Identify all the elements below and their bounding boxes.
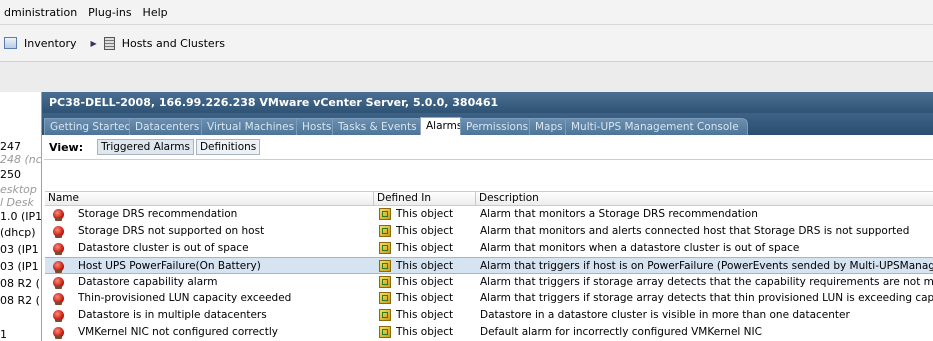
alarm-icon [53, 276, 64, 289]
object-icon [379, 259, 391, 272]
alarm-name: Datastore is in multiple datacenters [78, 309, 267, 322]
alarm-defined-in: This object [396, 309, 454, 322]
alarms-panel: View: Triggered Alarms Definitions Name … [42, 135, 933, 341]
nav-hosts-clusters-link[interactable]: Hosts and Clusters [122, 37, 225, 50]
toolbar [0, 62, 933, 93]
alarm-description: Alarm that monitors when a datastore clu… [480, 241, 800, 254]
tab-tasks-events[interactable]: Tasks & Events [332, 118, 424, 135]
tab-permissions[interactable]: Permissions [460, 118, 534, 135]
alarm-icon [53, 310, 64, 323]
alarm-defined-in: This object [396, 275, 454, 288]
tree-item[interactable]: 08 R2 ( [0, 294, 40, 307]
tree-item[interactable]: 250 [0, 168, 21, 181]
nav-inventory-link[interactable]: Inventory [24, 37, 77, 50]
column-header-description[interactable]: Description [476, 192, 933, 205]
alarm-name: Storage DRS recommendation [78, 208, 238, 220]
view-bar: View: Triggered Alarms Definitions [42, 135, 933, 159]
chevron-right-icon[interactable]: ▶ [91, 39, 97, 48]
alarm-defined-in: This object [396, 326, 454, 339]
hosts-clusters-icon [103, 36, 115, 50]
tree-item[interactable]: (dhcp) [0, 226, 36, 239]
object-icon [379, 309, 391, 322]
table-row[interactable]: Datastore cluster is out of space This o… [45, 240, 933, 257]
tab-maps[interactable]: Maps [529, 118, 569, 135]
alarm-name: Datastore cluster is out of space [78, 241, 249, 254]
table-row-selected[interactable]: Host UPS PowerFailure(On Battery) This o… [45, 256, 933, 274]
column-header-defined-in[interactable]: Defined In [374, 192, 476, 205]
menu-plugins[interactable]: Plug-ins [84, 6, 138, 19]
menu-administration[interactable]: dministration [0, 6, 84, 19]
inventory-icon[interactable] [4, 37, 17, 49]
definitions-button[interactable]: Definitions [195, 139, 261, 155]
alarm-description: Alarm that triggers if storage array det… [480, 275, 933, 288]
alarm-icon [53, 242, 64, 255]
alarm-description: Datastore in a datastore cluster is visi… [480, 309, 850, 322]
column-header-name[interactable]: Name [45, 192, 374, 205]
alarm-defined-in: This object [396, 259, 454, 272]
view-label: View: [49, 140, 84, 154]
alarm-icon [53, 260, 64, 273]
alarm-defined-in: This object [396, 208, 454, 220]
table-row[interactable]: Storage DRS recommendation This object A… [45, 206, 933, 223]
alarm-definitions-table: Name Defined In Description Storage DRS … [45, 191, 933, 341]
menu-bar: dministration Plug-ins Help [0, 0, 933, 25]
object-icon [379, 292, 391, 305]
tree-item[interactable]: 1 [0, 328, 7, 341]
tab-virtual-machines[interactable]: Virtual Machines [201, 118, 302, 135]
alarm-icon [53, 327, 64, 340]
object-icon [379, 326, 391, 339]
alarm-icon [53, 293, 64, 306]
tab-bar: Getting Started Datacenters Virtual Mach… [42, 113, 933, 135]
object-icon [379, 241, 391, 254]
tree-item[interactable]: l Desk [0, 196, 34, 209]
alarm-defined-in: This object [396, 224, 454, 237]
alarm-defined-in: This object [396, 241, 454, 254]
inventory-tree: 247 248 (nc 250 esktop l Desk 1.0 (IP1 (… [0, 92, 42, 341]
tab-datacenters[interactable]: Datacenters [129, 118, 207, 135]
alarm-icon [53, 225, 64, 238]
alarm-name: Host UPS PowerFailure(On Battery) [78, 259, 261, 272]
alarm-name: Datastore capability alarm [78, 275, 218, 288]
tree-item[interactable]: 1.0 (IP1 [0, 210, 41, 223]
object-icon [379, 275, 391, 288]
object-icon [379, 208, 391, 220]
tree-item[interactable]: 03 (IP1 [0, 243, 39, 256]
triggered-alarms-button[interactable]: Triggered Alarms [97, 139, 194, 155]
tree-item[interactable]: 03 (IP1 [0, 260, 39, 273]
alarm-name: VMKernel NIC not configured correctly [78, 326, 278, 339]
alarm-description: Default alarm for incorrectly configured… [480, 326, 762, 339]
alarm-name: Storage DRS not supported on host [78, 224, 265, 237]
table-row[interactable]: Thin-provisioned LUN capacity exceeded T… [45, 290, 933, 307]
alarm-name: Thin-provisioned LUN capacity exceeded [78, 292, 292, 305]
menu-help[interactable]: Help [139, 6, 175, 19]
table-row[interactable]: Datastore is in multiple datacenters Thi… [45, 307, 933, 324]
tab-alarms[interactable]: Alarms [420, 117, 465, 135]
tree-item[interactable]: esktop [0, 183, 37, 196]
tree-item[interactable]: 247 [0, 140, 21, 153]
tree-item[interactable]: 08 R2 ( [0, 277, 40, 290]
alarm-description: Alarm that monitors a Storage DRS recomm… [480, 208, 758, 220]
page-title: PC38-DELL-2008, 166.99.226.238 VMware vC… [42, 92, 933, 113]
tab-getting-started[interactable]: Getting Started [44, 118, 135, 135]
navigation-bar: Inventory ▶ Hosts and Clusters [0, 25, 933, 62]
page-title-text: PC38-DELL-2008, 166.99.226.238 VMware vC… [49, 96, 499, 109]
table-row[interactable]: Datastore capability alarm This object A… [45, 274, 933, 291]
alarm-defined-in: This object [396, 292, 454, 305]
alarm-description: Alarm that triggers if storage array det… [480, 292, 933, 305]
tab-multi-ups-console[interactable]: Multi-UPS Management Console [565, 118, 748, 135]
alarm-icon [53, 209, 64, 221]
table-row[interactable]: VMKernel NIC not configured correctly Th… [45, 324, 933, 341]
tree-item[interactable]: 248 (nc [0, 153, 41, 166]
alarm-description: Alarm that triggers if host is on PowerF… [480, 259, 933, 272]
object-icon [379, 224, 391, 237]
divider [44, 159, 933, 160]
table-row[interactable]: Storage DRS not supported on host This o… [45, 223, 933, 240]
alarm-description: Alarm that monitors and alerts connected… [480, 224, 910, 237]
table-header: Name Defined In Description [45, 191, 933, 206]
